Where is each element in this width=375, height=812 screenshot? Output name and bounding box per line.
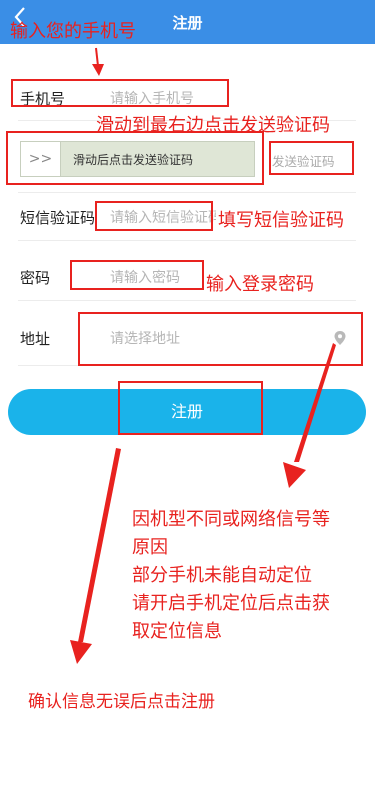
annotation-arrows (70, 47, 336, 664)
arrow-down-icon (92, 47, 104, 76)
arrow-down-icon (283, 343, 336, 488)
arrow-down-icon (70, 448, 121, 664)
